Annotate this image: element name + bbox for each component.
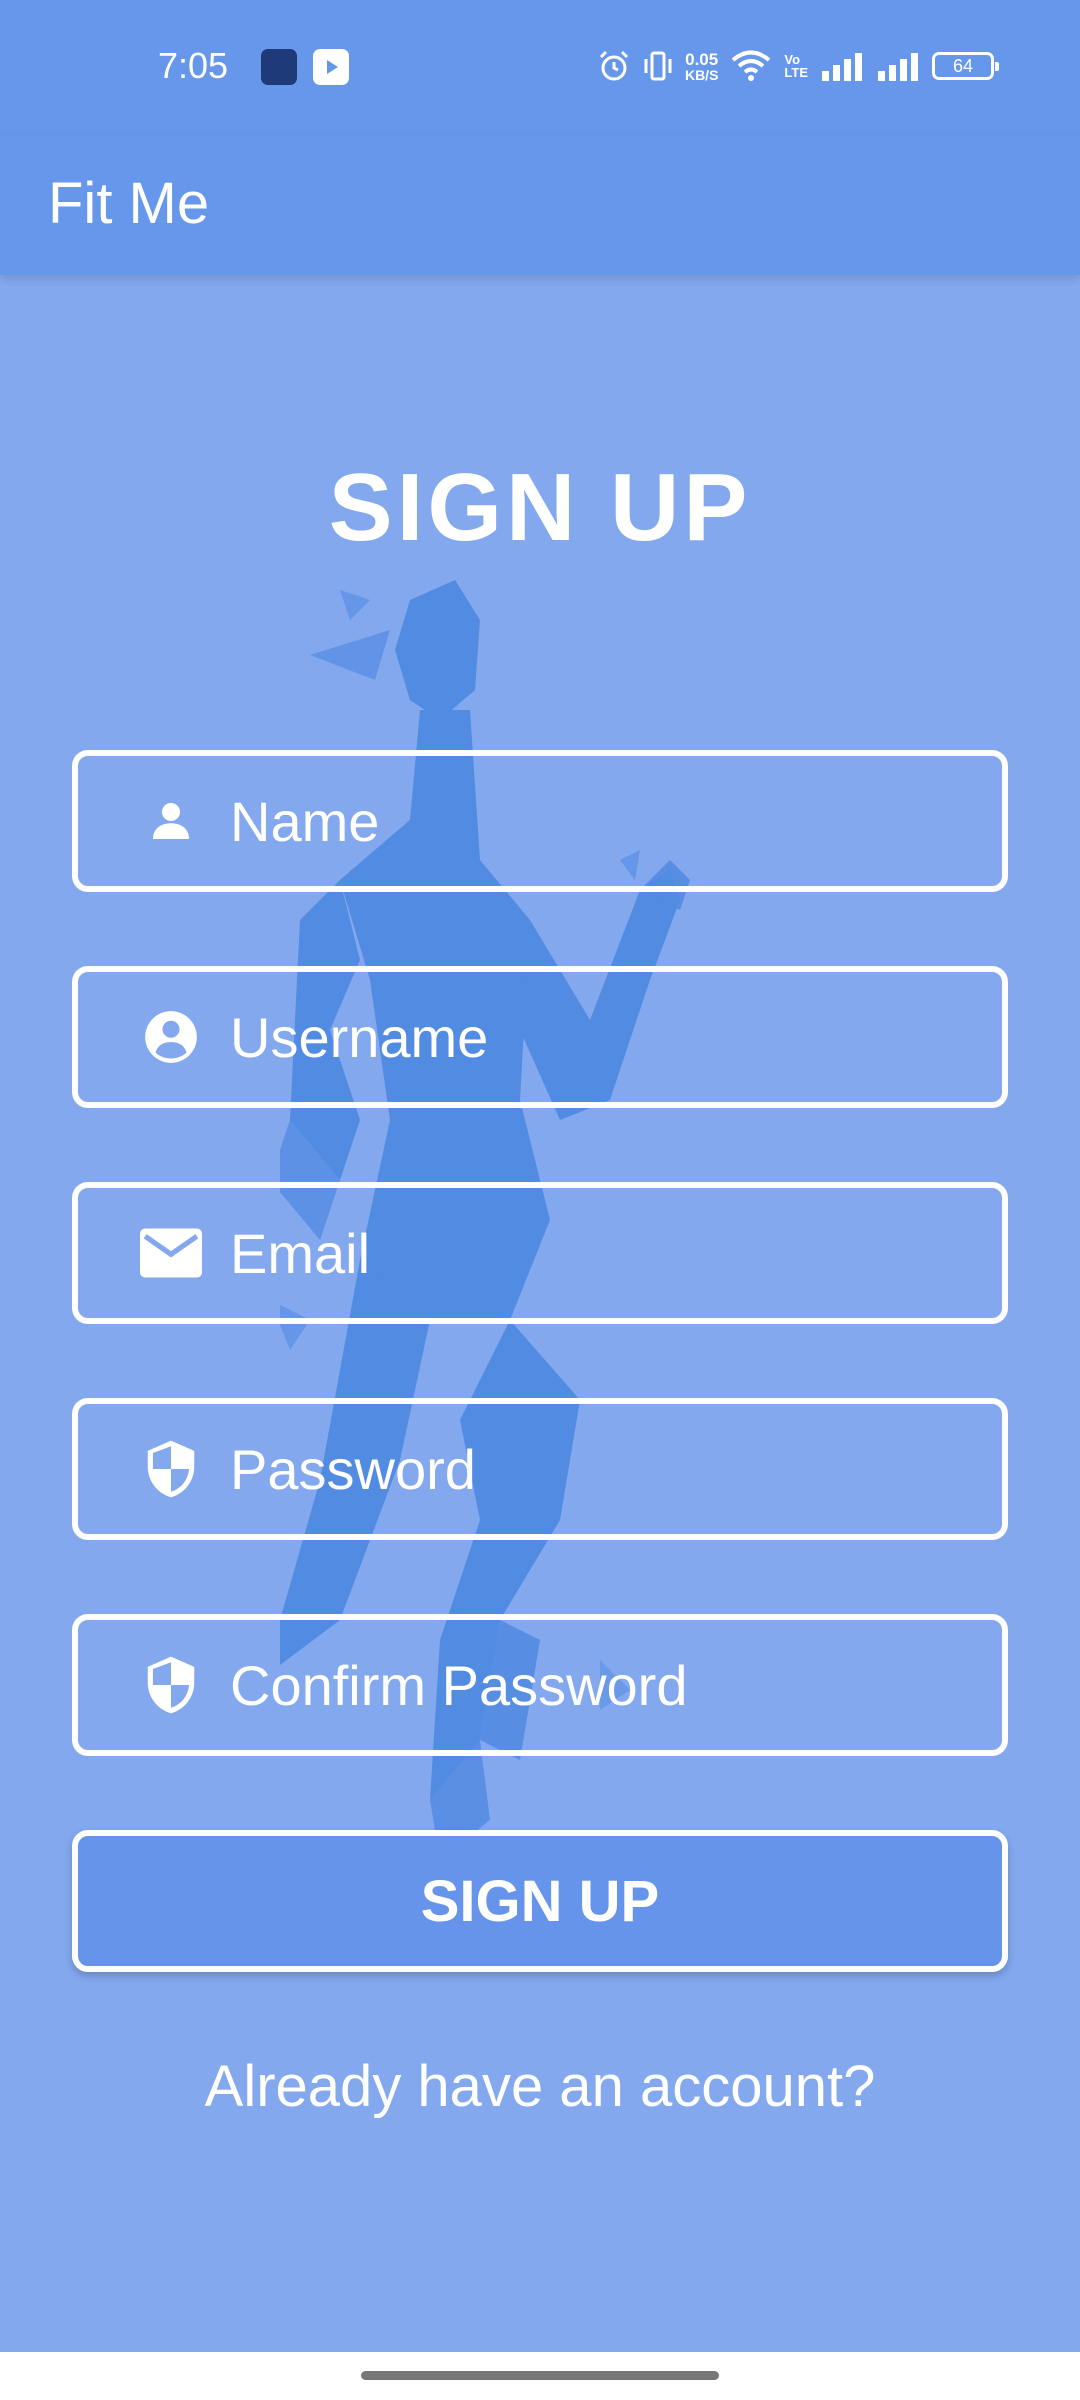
wifi-icon xyxy=(730,49,772,83)
person-icon xyxy=(140,790,202,852)
vibrate-icon xyxy=(643,49,673,83)
net-speed-value: 0.05 xyxy=(685,49,719,69)
email-field[interactable] xyxy=(72,1182,1008,1324)
volte-bottom: LTE xyxy=(784,65,808,80)
navigation-bar xyxy=(0,2352,1080,2400)
password-input[interactable] xyxy=(230,1404,982,1534)
youtube-icon xyxy=(313,49,349,85)
signal-icon xyxy=(876,51,920,81)
confirm-password-input[interactable] xyxy=(230,1620,982,1750)
signal-icon xyxy=(820,51,864,81)
confirm-password-field[interactable] xyxy=(72,1614,1008,1756)
name-field[interactable] xyxy=(72,750,1008,892)
signup-heading: SIGN UP xyxy=(328,454,752,561)
account-circle-icon xyxy=(140,1006,202,1068)
mail-icon xyxy=(140,1222,202,1284)
shield-icon xyxy=(140,1654,202,1716)
battery-icon: 64 xyxy=(932,52,999,80)
login-link[interactable]: Already have an account? xyxy=(0,2050,1080,2124)
status-time: 7:05 xyxy=(158,45,229,86)
name-input[interactable] xyxy=(230,756,982,886)
volte-indicator: Vo LTE xyxy=(784,53,808,79)
email-input[interactable] xyxy=(230,1188,982,1318)
home-gesture-handle[interactable] xyxy=(361,2371,719,2380)
username-field[interactable] xyxy=(72,966,1008,1108)
password-field[interactable] xyxy=(72,1398,1008,1540)
net-speed: 0.05 KB/S xyxy=(685,51,718,82)
app-title: Fit Me xyxy=(48,171,210,236)
status-indicators: 0.05 KB/S Vo LTE 64 xyxy=(597,44,999,88)
app-bar: Fit Me xyxy=(0,135,1080,275)
alarm-icon xyxy=(597,49,631,83)
shield-icon xyxy=(140,1438,202,1500)
net-speed-unit: KB/S xyxy=(684,66,719,83)
username-input[interactable] xyxy=(230,972,982,1102)
app-notification-icon xyxy=(261,49,297,85)
status-bar: 7:05 0.05 KB/S Vo LTE 64 xyxy=(0,0,1080,135)
battery-level: 64 xyxy=(952,56,974,76)
signup-button[interactable]: SIGN UP xyxy=(72,1830,1008,1972)
